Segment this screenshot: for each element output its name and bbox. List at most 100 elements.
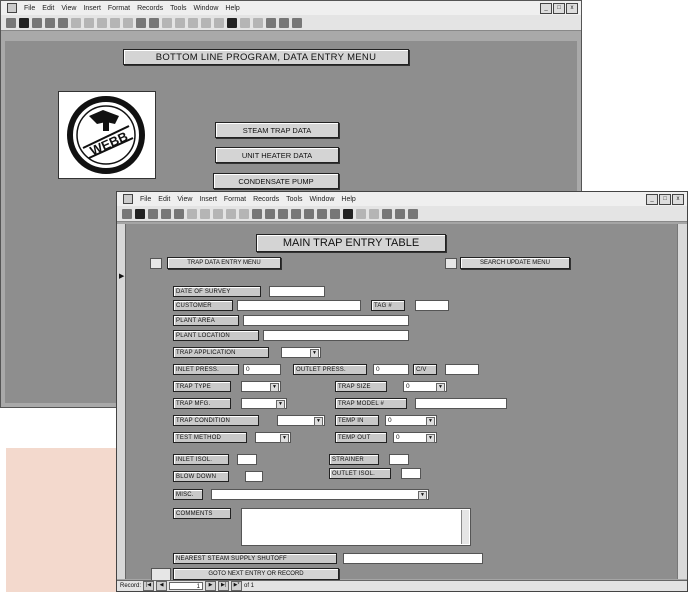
view-icon[interactable] (6, 17, 16, 28)
menu-window[interactable]: Window (194, 5, 219, 12)
menu-view[interactable]: View (177, 196, 192, 203)
tag-number-field[interactable] (415, 300, 449, 311)
blow-down-field[interactable] (245, 471, 263, 482)
date-of-survey-field[interactable] (269, 286, 325, 297)
apply-filter-icon[interactable] (214, 17, 224, 28)
strainer-field[interactable] (389, 454, 409, 465)
menu-format[interactable]: Format (108, 5, 130, 12)
save-icon[interactable] (135, 208, 145, 219)
menu-insert[interactable]: Insert (199, 196, 217, 203)
menu-format[interactable]: Format (224, 196, 246, 203)
minimize-button[interactable]: _ (540, 3, 552, 14)
copy-icon[interactable] (84, 17, 94, 28)
sort-ascending-icon[interactable] (162, 17, 172, 28)
cut-icon[interactable] (187, 208, 197, 219)
format-painter-icon[interactable] (110, 17, 120, 28)
print-preview-icon[interactable] (45, 17, 55, 28)
delete-record-icon[interactable] (253, 17, 263, 28)
new-object-icon[interactable] (279, 17, 289, 28)
apply-filter-icon[interactable] (330, 208, 340, 219)
new-record-nav-icon[interactable]: ▶* (231, 581, 243, 591)
delete-record-icon[interactable] (369, 208, 379, 219)
chevron-down-icon[interactable]: ▼ (280, 434, 289, 443)
last-record-icon[interactable]: ▶| (218, 581, 230, 591)
new-record-icon[interactable] (356, 208, 366, 219)
trap-model-field[interactable] (415, 398, 507, 409)
find-icon[interactable] (343, 208, 353, 219)
menu-tools[interactable]: Tools (170, 5, 186, 12)
menu-help[interactable]: Help (225, 5, 239, 12)
close-button[interactable]: x (672, 194, 684, 205)
trap-condition-select[interactable]: ▼ (277, 415, 325, 426)
vertical-scrollbar[interactable] (677, 224, 687, 579)
chevron-down-icon[interactable]: ▼ (418, 491, 427, 500)
menu-file[interactable]: File (24, 5, 35, 12)
menu-file[interactable]: File (140, 196, 151, 203)
goto-next-entry-button[interactable]: GOTO NEXT ENTRY OR RECORD (173, 568, 339, 580)
search-update-menu-checkbox[interactable] (445, 258, 457, 269)
new-object-icon[interactable] (395, 208, 405, 219)
database-window-icon[interactable] (266, 17, 276, 28)
menu-insert[interactable]: Insert (83, 5, 101, 12)
next-record-icon[interactable]: ▶ (205, 581, 217, 591)
insert-hyperlink-icon[interactable] (252, 208, 262, 219)
comments-scrollbar[interactable] (461, 510, 469, 544)
temp-in-select[interactable]: 0 ▼ (385, 415, 437, 426)
chevron-down-icon[interactable]: ▼ (426, 434, 435, 443)
menu-window[interactable]: Window (310, 196, 335, 203)
inlet-isol-field[interactable] (237, 454, 257, 465)
record-selector[interactable]: ▶ (117, 224, 126, 579)
temp-out-select[interactable]: 0 ▼ (393, 432, 437, 443)
trap-data-menu-checkbox[interactable] (150, 258, 162, 269)
cut-icon[interactable] (71, 17, 81, 28)
plant-area-field[interactable] (243, 315, 409, 326)
menu-help[interactable]: Help (341, 196, 355, 203)
customer-field[interactable] (237, 300, 361, 311)
current-record-field[interactable]: 1 (169, 582, 204, 590)
print-icon[interactable] (32, 17, 42, 28)
paste-icon[interactable] (97, 17, 107, 28)
filter-by-selection-icon[interactable] (304, 208, 314, 219)
new-record-icon[interactable] (240, 17, 250, 28)
outlet-isol-field[interactable] (401, 468, 421, 479)
help-icon[interactable] (408, 208, 418, 219)
chevron-down-icon[interactable]: ▼ (426, 417, 435, 426)
outlet-press-field[interactable]: 0 (373, 364, 409, 375)
filter-by-selection-icon[interactable] (188, 17, 198, 28)
chevron-down-icon[interactable]: ▼ (436, 383, 445, 392)
unit-heater-data-button[interactable]: UNIT HEATER DATA (215, 147, 339, 163)
nearest-shutoff-field[interactable] (343, 553, 483, 564)
format-painter-icon[interactable] (226, 208, 236, 219)
menu-tools[interactable]: Tools (286, 196, 302, 203)
sort-descending-icon[interactable] (291, 208, 301, 219)
spelling-icon[interactable] (58, 17, 68, 28)
steam-trap-data-button[interactable]: STEAM TRAP DATA (215, 122, 339, 138)
search-update-menu-button[interactable]: SEARCH UPDATE MENU (460, 257, 570, 269)
sort-descending-icon[interactable] (175, 17, 185, 28)
cv-field[interactable] (445, 364, 479, 375)
test-method-select[interactable]: ▼ (255, 432, 291, 443)
plant-location-field[interactable] (263, 330, 409, 341)
inlet-press-field[interactable]: 0 (243, 364, 281, 375)
menu-view[interactable]: View (61, 5, 76, 12)
trap-application-select[interactable]: ▼ (281, 347, 321, 358)
restore-button[interactable]: □ (553, 3, 565, 14)
print-preview-icon[interactable] (161, 208, 171, 219)
web-toolbar-icon[interactable] (149, 17, 159, 28)
previous-record-icon[interactable]: ◀ (156, 581, 168, 591)
sort-ascending-icon[interactable] (278, 208, 288, 219)
copy-icon[interactable] (200, 208, 210, 219)
menu-records[interactable]: Records (137, 5, 163, 12)
insert-hyperlink-icon[interactable] (136, 17, 146, 28)
close-button[interactable]: x (566, 3, 578, 14)
chevron-down-icon[interactable]: ▼ (314, 417, 323, 426)
trap-data-entry-menu-button[interactable]: TRAP DATA ENTRY MENU (167, 257, 281, 269)
chevron-down-icon[interactable]: ▼ (310, 349, 319, 358)
trap-mfg-select[interactable]: ▼ (241, 398, 287, 409)
find-icon[interactable] (227, 17, 237, 28)
paste-icon[interactable] (213, 208, 223, 219)
spelling-icon[interactable] (174, 208, 184, 219)
help-icon[interactable] (292, 17, 302, 28)
condensate-pump-button[interactable]: CONDENSATE PUMP (213, 173, 339, 189)
comments-textarea[interactable] (241, 508, 471, 546)
